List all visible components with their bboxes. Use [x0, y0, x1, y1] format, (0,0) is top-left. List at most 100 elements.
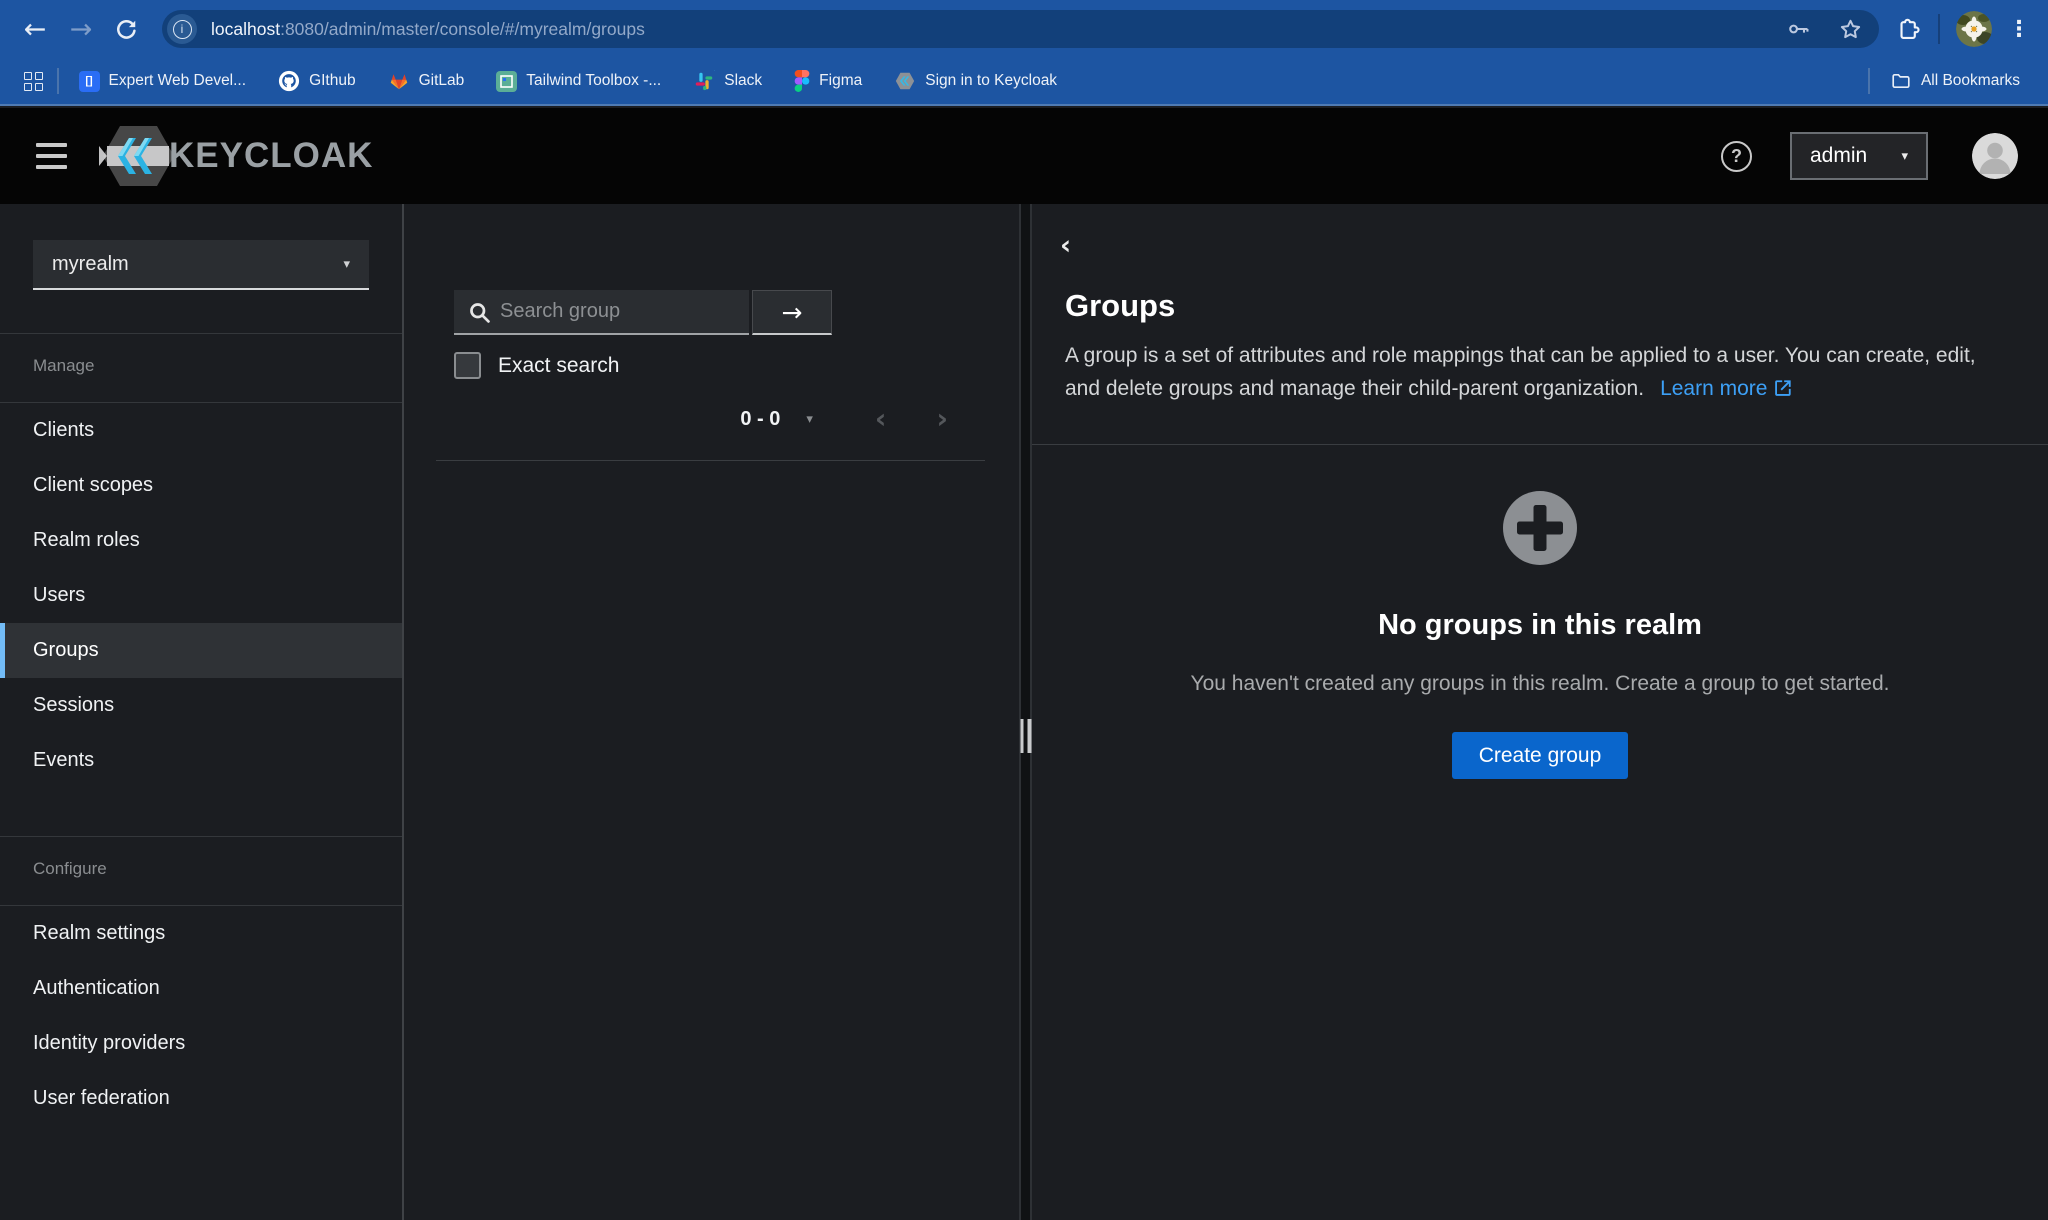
- panel-resizer[interactable]: [1019, 204, 1032, 1220]
- bookmark-label: GIthub: [309, 72, 356, 90]
- page-header: Groups A group is a set of attributes an…: [1065, 288, 2015, 409]
- browser-forward-icon[interactable]: →: [58, 14, 104, 45]
- url-path: :8080/admin/master/console/#/myrealm/gro…: [280, 19, 645, 39]
- per-page-chevron-down-icon[interactable]: ▾: [806, 412, 813, 427]
- realm-selector[interactable]: myrealm ▾: [33, 240, 369, 290]
- figma-icon: [794, 70, 810, 92]
- browser-reload-icon[interactable]: [104, 17, 148, 42]
- sidebar-item-users[interactable]: Users: [0, 568, 402, 623]
- bookmark-label: Sign in to Keycloak: [925, 72, 1057, 90]
- toolbar-separator: [1938, 14, 1940, 44]
- next-page-chevron-icon[interactable]: ›: [936, 405, 948, 433]
- group-search-input[interactable]: [454, 290, 749, 335]
- plus-circle-icon: [1503, 491, 1577, 565]
- code-brackets-icon: []: [79, 71, 100, 92]
- keycloak-logo-text: KEYCLOAK: [169, 136, 373, 176]
- app-body: myrealm ▾ Manage Clients Client scopes R…: [0, 204, 2048, 1220]
- sidebar-item-groups[interactable]: Groups: [0, 623, 402, 678]
- browser-back-icon[interactable]: ←: [12, 14, 58, 45]
- user-dropdown-label: admin: [1810, 144, 1867, 168]
- group-search-box: [454, 290, 749, 335]
- bookmark-figma[interactable]: Figma: [794, 70, 862, 92]
- bookmark-slack[interactable]: Slack: [693, 70, 762, 92]
- sidebar-item-clients[interactable]: Clients: [0, 403, 402, 458]
- learn-more-label: Learn more: [1660, 377, 1767, 400]
- site-info-icon[interactable]: i: [167, 14, 197, 44]
- passwords-key-icon[interactable]: [1786, 16, 1812, 42]
- search-icon: [467, 300, 492, 330]
- url-host: localhost: [211, 19, 280, 39]
- sidebar-nav: myrealm ▾ Manage Clients Client scopes R…: [0, 204, 404, 1220]
- bookmark-keycloak-signin[interactable]: Sign in to Keycloak: [894, 70, 1057, 92]
- keycloak-logo[interactable]: KEYCLOAK: [99, 123, 373, 189]
- sidebar-item-events[interactable]: Events: [0, 733, 402, 788]
- empty-state-body: You haven't created any groups in this r…: [1191, 672, 1890, 696]
- pagination-range: 0 - 0: [740, 408, 780, 431]
- section-label-manage: Manage: [0, 334, 402, 376]
- groups-tree-panel: → Exact search 0 - 0 ▾ ‹ ›: [404, 204, 1019, 1220]
- tailwind-toolbox-icon: [496, 71, 517, 92]
- bookmark-gitlab[interactable]: GitLab: [388, 70, 465, 92]
- bookmarks-bar: [] Expert Web Devel... GIthub GitLab Tai…: [0, 58, 2048, 106]
- sidebar-item-client-scopes[interactable]: Client scopes: [0, 458, 402, 513]
- section-label-configure: Configure: [0, 837, 402, 879]
- external-link-icon: [1773, 376, 1793, 409]
- bookmark-expert-web-dev[interactable]: [] Expert Web Devel...: [79, 71, 247, 92]
- bookmark-label: Expert Web Devel...: [109, 72, 247, 90]
- sidebar-item-sessions[interactable]: Sessions: [0, 678, 402, 733]
- create-group-button[interactable]: Create group: [1452, 732, 1629, 779]
- bookmark-tailwind-toolbox[interactable]: Tailwind Toolbox -...: [496, 71, 661, 92]
- bookmark-label: Slack: [724, 72, 762, 90]
- help-icon[interactable]: ?: [1721, 141, 1752, 172]
- gitlab-icon: [388, 70, 410, 92]
- bookmark-label: Figma: [819, 72, 862, 90]
- address-bar[interactable]: i localhost:8080/admin/master/console/#/…: [162, 10, 1879, 48]
- apps-grid-icon[interactable]: [24, 72, 43, 91]
- description-text: A group is a set of attributes and role …: [1065, 344, 1976, 400]
- exact-search-label: Exact search: [498, 354, 619, 378]
- keycloak-favicon: [894, 70, 916, 92]
- all-bookmarks-button[interactable]: All Bookmarks: [1890, 70, 2020, 92]
- bookmarks-separator: [57, 68, 59, 94]
- browser-toolbar: ← → i localhost:8080/admin/master/consol…: [0, 0, 2048, 58]
- github-icon: [278, 70, 300, 92]
- keycloak-masthead: KEYCLOAK ? admin ▾: [0, 108, 2048, 204]
- slack-icon: [693, 70, 715, 92]
- bookmark-star-icon[interactable]: [1838, 17, 1863, 42]
- user-dropdown[interactable]: admin ▾: [1790, 132, 1928, 180]
- pagination: 0 - 0 ▾ ‹ ›: [404, 397, 962, 441]
- browser-profile-avatar[interactable]: [1956, 11, 1992, 47]
- chevron-down-icon: ▾: [1901, 149, 1908, 164]
- empty-state: No groups in this realm You haven't crea…: [1032, 491, 2048, 779]
- bookmark-label: Tailwind Toolbox -...: [526, 72, 661, 90]
- search-submit-button[interactable]: →: [752, 290, 832, 335]
- page-description: A group is a set of attributes and role …: [1065, 340, 2005, 409]
- chevron-down-icon: ▾: [343, 257, 350, 272]
- learn-more-link[interactable]: Learn more: [1660, 377, 1793, 400]
- keycloak-admin-console-screen: ← → i localhost:8080/admin/master/consol…: [0, 0, 2048, 1220]
- browser-menu-icon[interactable]: ⋮: [2008, 17, 2030, 42]
- sidebar-item-realm-settings[interactable]: Realm settings: [0, 906, 402, 961]
- sidebar-item-authentication[interactable]: Authentication: [0, 961, 402, 1016]
- bookmark-github[interactable]: GIthub: [278, 70, 356, 92]
- groups-main-panel: ‹ Groups A group is a set of attributes …: [1032, 204, 2048, 1220]
- all-bookmarks-label: All Bookmarks: [1921, 72, 2020, 90]
- collapse-drawer-chevron-icon[interactable]: ‹: [1060, 232, 1071, 259]
- nav-toggle-hamburger-icon[interactable]: [36, 143, 67, 169]
- url-text: localhost:8080/admin/master/console/#/my…: [211, 19, 1760, 40]
- divider: [1032, 444, 2048, 445]
- exact-search-checkbox[interactable]: [454, 352, 481, 379]
- extensions-puzzle-icon[interactable]: [1895, 16, 1922, 43]
- sidebar-item-user-federation[interactable]: User federation: [0, 1071, 402, 1126]
- previous-page-chevron-icon[interactable]: ‹: [875, 405, 887, 433]
- page-title: Groups: [1065, 288, 2015, 324]
- bookmark-label: GitLab: [419, 72, 465, 90]
- resizer-grip-icon: [1020, 719, 1031, 753]
- sidebar-item-identity-providers[interactable]: Identity providers: [0, 1016, 402, 1071]
- folder-icon: [1890, 70, 1912, 92]
- sidebar-item-realm-roles[interactable]: Realm roles: [0, 513, 402, 568]
- realm-selector-label: myrealm: [52, 253, 129, 276]
- user-avatar[interactable]: [1972, 133, 2018, 179]
- empty-state-title: No groups in this realm: [1378, 609, 1702, 642]
- divider: [436, 460, 985, 461]
